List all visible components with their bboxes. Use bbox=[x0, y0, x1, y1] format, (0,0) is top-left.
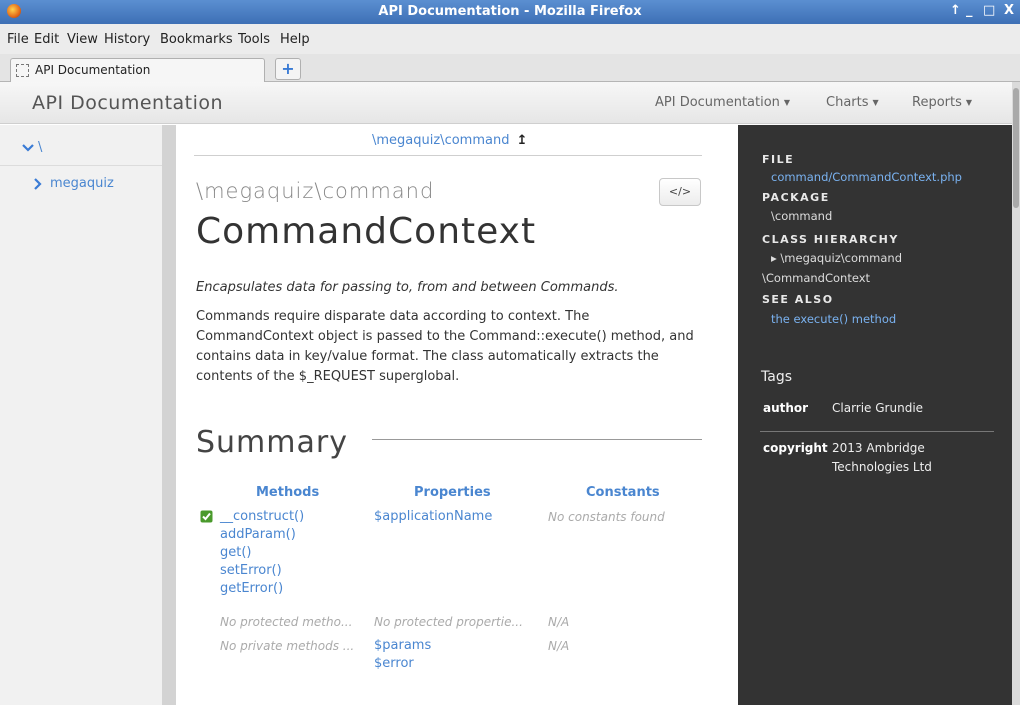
private-constants-na: N/A bbox=[548, 639, 570, 653]
see-also-link[interactable]: the execute() method bbox=[771, 312, 896, 326]
nav-charts-label: Charts bbox=[826, 95, 869, 110]
menu-file[interactable]: File bbox=[7, 32, 29, 47]
tag-value-copyright: 2013 Ambridge Technologies Ltd bbox=[832, 441, 932, 474]
top-navbar: API Documentation API Documentation ▼ Cha… bbox=[0, 82, 1012, 124]
tag-key-author: author bbox=[763, 401, 809, 415]
caret-down-icon: ▼ bbox=[965, 98, 973, 107]
menu-view[interactable]: View bbox=[67, 32, 98, 47]
method-link[interactable]: addParam() bbox=[220, 527, 296, 542]
window-close-button[interactable]: X bbox=[1004, 3, 1014, 18]
method-link[interactable]: setError() bbox=[220, 563, 282, 578]
hierarchy-parent[interactable]: ▸ \megaquiz\command bbox=[771, 251, 902, 265]
see-also-label: SEE ALSO bbox=[762, 293, 834, 306]
nav-reports[interactable]: Reports ▼ bbox=[912, 95, 972, 110]
site-brand[interactable]: API Documentation bbox=[32, 92, 223, 114]
long-description: Commands require disparate data accordin… bbox=[196, 309, 694, 384]
menu-help[interactable]: Help bbox=[280, 32, 310, 47]
nav-charts[interactable]: Charts ▼ bbox=[826, 95, 879, 110]
tags-divider bbox=[760, 431, 994, 432]
menu-bar: File Edit View History Bookmarks Tools H… bbox=[0, 24, 1020, 54]
package-value: \command bbox=[771, 209, 833, 223]
private-property-link[interactable]: $error bbox=[374, 656, 414, 671]
private-property-link[interactable]: $params bbox=[374, 638, 431, 653]
namespace-sidebar: \ megaquiz bbox=[0, 125, 162, 705]
menu-tools[interactable]: Tools bbox=[238, 32, 270, 47]
tag-value-author: Clarrie Grundie bbox=[832, 401, 924, 415]
method-link[interactable]: __construct() bbox=[220, 509, 304, 524]
chevron-right-icon bbox=[34, 177, 42, 190]
protected-constants-na: N/A bbox=[548, 615, 570, 629]
constants-header: Constants bbox=[586, 485, 660, 500]
sidebar-item-megaquiz[interactable]: megaquiz bbox=[34, 176, 114, 191]
page-favicon-icon bbox=[16, 64, 29, 77]
nav-api-documentation[interactable]: API Documentation ▼ bbox=[655, 95, 790, 110]
sidebar-divider bbox=[0, 165, 162, 166]
window-restore-button[interactable]: □ bbox=[983, 3, 995, 18]
sidebar-item-root[interactable]: \ bbox=[22, 140, 42, 155]
window-maximize-up-icon[interactable]: ↑ bbox=[950, 3, 961, 18]
summary-heading: Summary bbox=[196, 425, 348, 460]
menu-bookmarks[interactable]: Bookmarks bbox=[160, 32, 233, 47]
file-link[interactable]: command/CommandContext.php bbox=[771, 170, 962, 184]
scrollbar-thumb[interactable] bbox=[1013, 88, 1019, 208]
menu-history[interactable]: History bbox=[104, 32, 150, 47]
page-scrollbar[interactable] bbox=[1012, 82, 1020, 705]
window-title: API Documentation - Mozilla Firefox bbox=[378, 4, 642, 19]
no-protected-methods-text: No protected metho... bbox=[220, 615, 353, 629]
view-source-button[interactable]: </> bbox=[659, 178, 701, 206]
nav-reports-label: Reports bbox=[912, 95, 962, 110]
hierarchy-class: \CommandContext bbox=[762, 271, 871, 285]
menu-edit[interactable]: Edit bbox=[34, 32, 59, 47]
window-titlebar: API Documentation - Mozilla Firefox ↑ _ … bbox=[0, 0, 1020, 24]
no-constants-text: No constants found bbox=[548, 510, 665, 524]
window-minimize-button[interactable]: _ bbox=[966, 3, 973, 18]
summary-divider bbox=[372, 439, 702, 440]
class-name-heading: CommandContext bbox=[196, 211, 537, 252]
caret-down-icon: ▼ bbox=[872, 98, 879, 107]
no-protected-properties-text: No protected propertie... bbox=[374, 615, 523, 629]
property-link[interactable]: $applicationName bbox=[374, 509, 492, 524]
tab-api-documentation[interactable]: API Documentation bbox=[10, 58, 265, 82]
details-panel: FILE command/CommandContext.php PACKAGE … bbox=[738, 125, 1012, 705]
short-description: Encapsulates data for passing to, from a… bbox=[196, 280, 619, 295]
breadcrumb-namespace-link[interactable]: \megaquiz\command bbox=[372, 133, 509, 148]
no-private-methods-text: No private methods ... bbox=[220, 639, 355, 653]
chevron-down-icon bbox=[22, 143, 34, 152]
caret-down-icon: ▼ bbox=[783, 98, 791, 107]
methods-header: Methods bbox=[256, 485, 320, 500]
breadcrumb-divider bbox=[194, 155, 702, 156]
class-hierarchy-label: CLASS HIERARCHY bbox=[762, 233, 899, 246]
tags-heading: Tags bbox=[761, 369, 792, 385]
tag-key-copyright: copyright bbox=[763, 441, 828, 455]
breadcrumb[interactable]: \megaquiz\command ↥ bbox=[372, 133, 528, 148]
new-tab-button[interactable]: + bbox=[275, 58, 301, 80]
tab-label: API Documentation bbox=[35, 63, 151, 77]
sidebar-root-label: \ bbox=[38, 140, 43, 155]
main-content: \megaquiz\command ↥ \megaquiz\command </… bbox=[176, 125, 736, 705]
sidebar-separator bbox=[162, 125, 176, 705]
namespace-heading: \megaquiz\command bbox=[196, 179, 435, 203]
method-link[interactable]: getError() bbox=[220, 581, 283, 596]
file-label: FILE bbox=[762, 153, 795, 166]
page-viewport: API Documentation API Documentation ▼ Cha… bbox=[0, 82, 1020, 705]
nav-api-documentation-label: API Documentation bbox=[655, 95, 780, 110]
sidebar-megaquiz-label: megaquiz bbox=[50, 176, 114, 191]
check-icon bbox=[200, 510, 213, 523]
tab-bar: API Documentation + bbox=[0, 54, 1020, 82]
method-link[interactable]: get() bbox=[220, 545, 252, 560]
up-arrow-icon[interactable]: ↥ bbox=[517, 133, 528, 148]
package-label: PACKAGE bbox=[762, 191, 830, 204]
properties-header: Properties bbox=[414, 485, 491, 500]
